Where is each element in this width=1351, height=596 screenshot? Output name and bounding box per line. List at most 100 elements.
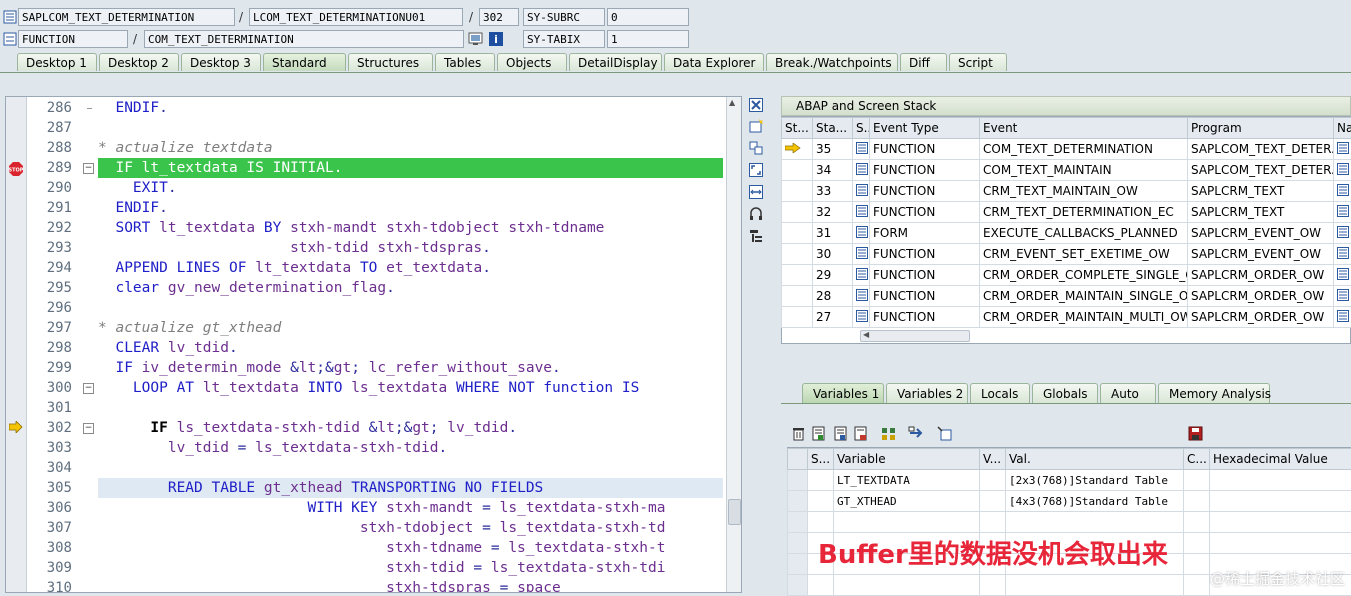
stack-column-header[interactable]: Sta... xyxy=(813,118,853,139)
code-line[interactable]: APPEND LINES OF lt_textdata TO et_textda… xyxy=(98,258,723,278)
breakpoint-stop-icon[interactable]: STOP xyxy=(9,162,23,179)
stack-column-header[interactable]: Program xyxy=(1188,118,1334,139)
code-line[interactable]: IF ls_textdata-stxh-tdid &lt;&gt; lv_tdi… xyxy=(98,418,723,438)
code-line[interactable] xyxy=(98,458,723,478)
variables-column-header[interactable]: S... xyxy=(808,449,834,470)
fold-toggle-icon[interactable]: − xyxy=(83,163,94,174)
import-icon[interactable] xyxy=(811,426,826,441)
code-line[interactable]: stxh-tdobject = ls_textdata-stxh-td xyxy=(98,518,723,538)
code-line[interactable]: CLEAR lv_tdid. xyxy=(98,338,723,358)
variables-column-header[interactable]: Val. xyxy=(1006,449,1184,470)
close-icon[interactable] xyxy=(748,97,764,113)
variables-column-header[interactable]: V... xyxy=(980,449,1006,470)
fold-toggle-icon[interactable]: − xyxy=(83,423,94,434)
stack-row[interactable]: 29FUNCTIONCRM_ORDER_COMPLETE_SINGLE_O...… xyxy=(782,265,1351,286)
resize-icon[interactable] xyxy=(748,184,764,200)
sysvar2-value-field[interactable]: 1 xyxy=(607,30,689,48)
stack-row[interactable]: 32FUNCTIONCRM_TEXT_DETERMINATION_ECSAPLC… xyxy=(782,202,1351,223)
stack-column-header[interactable]: Event Type xyxy=(870,118,980,139)
code-line[interactable]: WITH KEY stxh-mandt = ls_textdata-stxh-m… xyxy=(98,498,723,518)
variables-column-header[interactable]: C... xyxy=(1184,449,1210,470)
editor-vertical-scrollbar[interactable]: ▲ xyxy=(726,97,741,592)
tab-desktop-1[interactable]: Desktop 1 xyxy=(17,53,97,71)
tab-memory-analysis[interactable]: Memory Analysis xyxy=(1158,383,1270,403)
stack-column-header[interactable]: S... xyxy=(853,118,870,139)
stack-column-header[interactable]: St... xyxy=(782,118,813,139)
program-field[interactable]: SAPLCOM_TEXT_DETERMINATION xyxy=(18,8,235,26)
save-disk-icon[interactable] xyxy=(1188,426,1203,441)
object-field[interactable]: COM_TEXT_DETERMINATION xyxy=(144,30,464,48)
maximize-icon[interactable] xyxy=(748,162,764,178)
code-line[interactable]: IF lt_textdata IS INITIAL. xyxy=(98,158,723,178)
save-variables-icon[interactable] xyxy=(853,426,868,441)
sysvar2-name-field[interactable]: SY-TABIX xyxy=(523,30,605,48)
new-tool-icon[interactable] xyxy=(748,118,764,134)
export-icon[interactable] xyxy=(833,426,848,441)
tab-detaildisplay[interactable]: DetailDisplay xyxy=(569,53,662,71)
tab-structures[interactable]: Structures xyxy=(348,53,433,71)
variables-row[interactable]: LT_TEXTDATA[2x3(768)]Standard Table xyxy=(788,470,1351,491)
settings-icon[interactable] xyxy=(748,228,764,244)
tab-tables[interactable]: Tables xyxy=(435,53,495,71)
stack-column-header[interactable]: Event xyxy=(980,118,1188,139)
navigate-icon[interactable] xyxy=(937,426,952,441)
variables-column-header[interactable]: Hexadecimal Value xyxy=(1210,449,1351,470)
stack-row[interactable]: 27FUNCTIONCRM_ORDER_MAINTAIN_MULTI_OWSAP… xyxy=(782,307,1351,328)
stack-column-header[interactable]: Na xyxy=(1334,118,1351,139)
code-line[interactable]: * actualize textdata xyxy=(98,138,723,158)
code-line[interactable]: stxh-tdspras = space xyxy=(98,578,723,593)
variable-name-cell[interactable]: LT_TEXTDATA xyxy=(834,470,980,491)
stack-row[interactable]: 28FUNCTIONCRM_ORDER_MAINTAIN_SINGLE_OWSA… xyxy=(782,286,1351,307)
code-line[interactable]: READ TABLE gt_xthead TRANSPORTING NO FIE… xyxy=(98,478,723,498)
info-icon[interactable]: i xyxy=(489,32,503,46)
code-line[interactable]: LOOP AT lt_textdata INTO ls_textdata WHE… xyxy=(98,378,723,398)
type-field[interactable]: FUNCTION xyxy=(18,30,128,48)
code-line[interactable]: ENDIF. xyxy=(98,98,723,118)
tab-break-watchpoints[interactable]: Break./Watchpoints xyxy=(766,53,898,71)
tab-auto[interactable]: Auto xyxy=(1100,383,1156,403)
code-line[interactable]: * actualize gt_xthead xyxy=(98,318,723,338)
scroll-left-arrow-icon[interactable]: ◀ xyxy=(863,330,869,339)
code-line[interactable]: stxh-tdname = ls_textdata-stxh-t xyxy=(98,538,723,558)
display-icon[interactable] xyxy=(468,32,482,46)
tab-desktop-3[interactable]: Desktop 3 xyxy=(181,53,261,71)
code-line[interactable]: IF iv_determin_mode &lt;&gt; lc_refer_wi… xyxy=(98,358,723,378)
include-field[interactable]: LCOM_TEXT_DETERMINATIONU01 xyxy=(249,8,463,26)
tab-objects[interactable]: Objects xyxy=(497,53,567,71)
variable-name-cell[interactable]: GT_XTHEAD xyxy=(834,491,980,512)
expand-all-icon[interactable] xyxy=(881,426,896,441)
variable-name-cell[interactable] xyxy=(834,512,980,533)
stack-row[interactable]: 35FUNCTIONCOM_TEXT_DETERMINATIONSAPLCOM_… xyxy=(782,139,1351,160)
tab-desktop-2[interactable]: Desktop 2 xyxy=(99,53,179,71)
tab-diff[interactable]: Diff xyxy=(900,53,947,71)
stack-row[interactable]: 30FUNCTIONCRM_EVENT_SET_EXETIME_OWSAPLCR… xyxy=(782,244,1351,265)
tab-locals[interactable]: Locals xyxy=(970,383,1030,403)
tab-variables-1[interactable]: Variables 1 xyxy=(802,383,884,403)
sysvar1-value-field[interactable]: 0 xyxy=(607,8,689,26)
tab-globals[interactable]: Globals xyxy=(1032,383,1098,403)
panel-splitter[interactable] xyxy=(781,346,1351,376)
stack-horizontal-scrollbar[interactable] xyxy=(860,330,970,342)
stack-row[interactable]: 31FORMEXECUTE_CALLBACKS_PLANNEDSAPLCRM_E… xyxy=(782,223,1351,244)
services-icon[interactable] xyxy=(748,206,764,222)
variables-column-header[interactable]: Variable xyxy=(834,449,980,470)
stack-row[interactable]: 33FUNCTIONCRM_TEXT_MAINTAIN_OWSAPLCRM_TE… xyxy=(782,181,1351,202)
sysvar1-name-field[interactable]: SY-SUBRC xyxy=(523,8,605,26)
variables-row[interactable]: GT_XTHEAD[4x3(768)]Standard Table xyxy=(788,491,1351,512)
code-line[interactable]: stxh-tdid stxh-tdspras. xyxy=(98,238,723,258)
code-line[interactable] xyxy=(98,298,723,318)
code-line[interactable]: clear gv_new_determination_flag. xyxy=(98,278,723,298)
tab-standard[interactable]: Standard xyxy=(263,53,346,71)
tab-data-explorer[interactable]: Data Explorer xyxy=(664,53,764,71)
code-line[interactable]: SORT lt_textdata BY stxh-mandt stxh-tdob… xyxy=(98,218,723,238)
code-line[interactable] xyxy=(98,398,723,418)
tab-script[interactable]: Script xyxy=(949,53,1007,71)
variable-name-cell[interactable] xyxy=(834,575,980,596)
fold-toggle-icon[interactable]: − xyxy=(83,383,94,394)
code-line[interactable]: ENDIF. xyxy=(98,198,723,218)
code-line[interactable]: EXIT. xyxy=(98,178,723,198)
code-line[interactable] xyxy=(98,118,723,138)
tab-variables-2[interactable]: Variables 2 xyxy=(886,383,968,403)
transfer-icon[interactable] xyxy=(908,426,923,441)
code-line[interactable]: lv_tdid = ls_textdata-stxh-tdid. xyxy=(98,438,723,458)
